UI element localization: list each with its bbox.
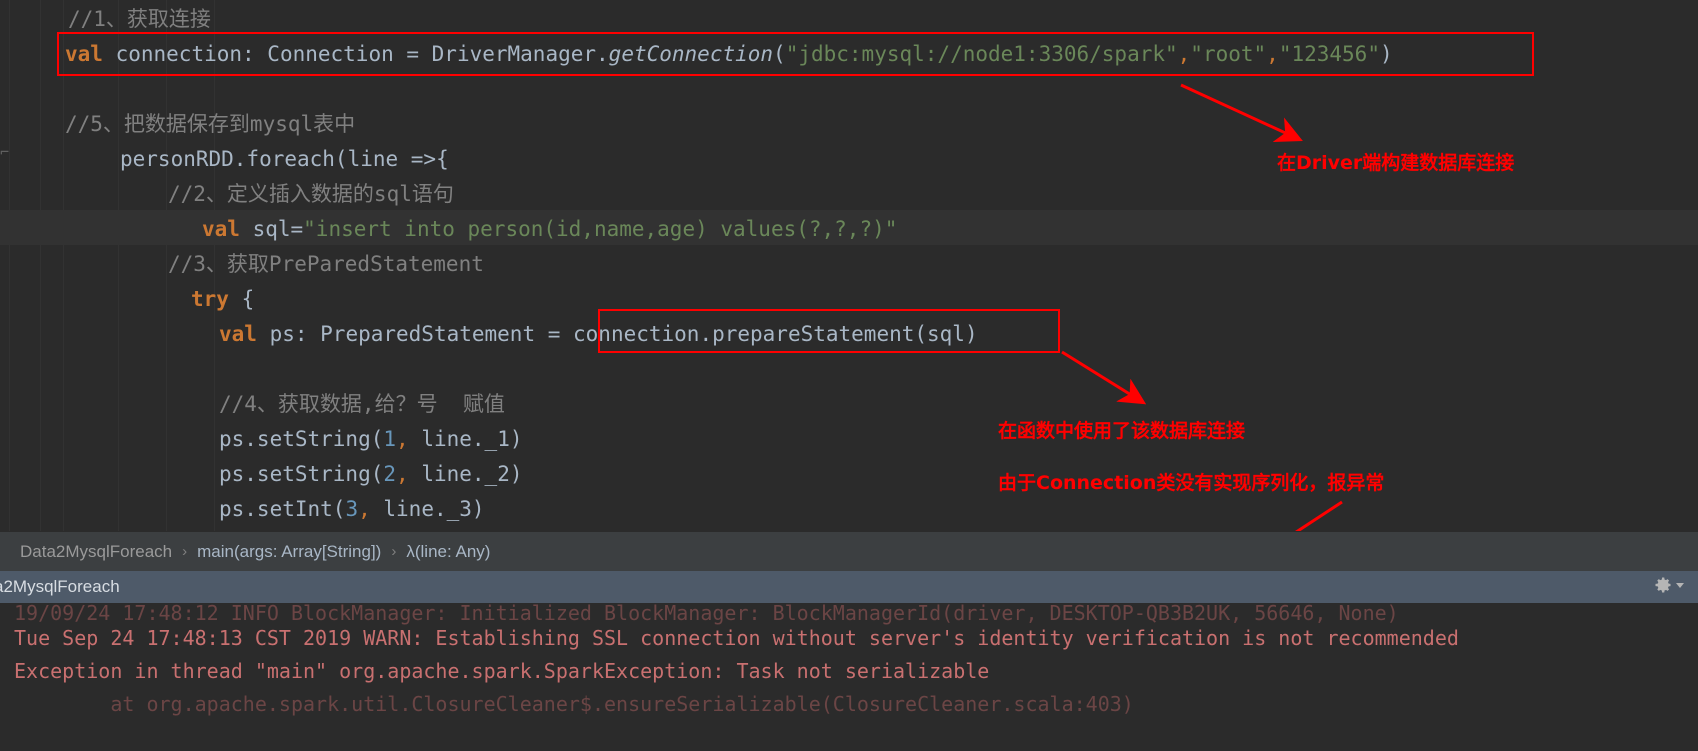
- code-line: try {: [191, 282, 254, 317]
- code-token: getConnection: [608, 42, 774, 66]
- console-line: Exception in thread "main" org.apache.sp…: [14, 659, 990, 683]
- code-line: personRDD.foreach(line =>{: [120, 142, 449, 177]
- code-token: {: [228, 287, 255, 311]
- code-token: //3、获取PreParedStatement: [168, 252, 484, 276]
- breadcrumb-item[interactable]: λ(line: Any): [406, 542, 490, 562]
- code-token: ,: [1266, 42, 1279, 66]
- gutter-divider: [63, 0, 64, 531]
- code-editor[interactable]: ⌐ //1、获取连接 val connection: Connection = D…: [0, 0, 1698, 531]
- chevron-down-icon[interactable]: [1676, 582, 1684, 588]
- code-token: try: [191, 287, 229, 311]
- code-token: ,: [1177, 42, 1191, 66]
- indent-guide: [118, 0, 119, 531]
- code-fold-marker[interactable]: ⌐: [0, 140, 14, 164]
- code-token: ps: PreparedStatement = connection.prepa…: [256, 322, 978, 346]
- code-token: "jdbc:mysql://node1:3306/spark": [785, 42, 1178, 66]
- code-token: ps.setInt(: [219, 497, 346, 521]
- code-token: line._2): [408, 462, 523, 486]
- annotation-used-in-function: 在函数中使用了该数据库连接: [998, 420, 1246, 442]
- breadcrumb-item[interactable]: Data2MysqlForeach: [20, 542, 172, 562]
- console-tab-label[interactable]: a2MysqlForeach: [0, 577, 120, 597]
- code-line: //4、获取数据,给？号 赋值: [219, 387, 505, 422]
- code-token: "123456": [1278, 42, 1380, 66]
- code-token: val: [219, 322, 257, 346]
- console-output[interactable]: 19/09/24 17:48:12 INFO BlockManager: Ini…: [0, 603, 1698, 751]
- breadcrumb[interactable]: Data2MysqlForeach › main(args: Array[Strin…: [0, 531, 1698, 571]
- code-line: ps.setString(1, line._1): [219, 422, 522, 457]
- code-token: //5、把数据保存到mysql表中: [65, 112, 356, 136]
- code-token: ,: [396, 462, 409, 486]
- code-token: line._1): [408, 427, 523, 451]
- code-token: "insert into person(id,name,age) values(…: [303, 217, 898, 241]
- code-token: personRDD.foreach(line =>{: [120, 147, 449, 171]
- code-line: ps.setString(2, line._2): [219, 457, 522, 492]
- gutter-divider: [9, 0, 10, 531]
- code-line: ps.setInt(3, line._3): [219, 492, 485, 527]
- gear-icon[interactable]: [1653, 575, 1684, 595]
- console-tab-bar[interactable]: a2MysqlForeach: [0, 571, 1698, 603]
- code-line: val sql="insert into person(id,name,age)…: [202, 212, 897, 247]
- code-token: val: [202, 217, 240, 241]
- code-token: 2: [383, 462, 397, 486]
- code-line: val ps: PreparedStatement = connection.p…: [219, 317, 978, 352]
- code-token: ps.setString(: [219, 427, 384, 451]
- code-token: val: [65, 42, 103, 66]
- indent-guide: [166, 0, 167, 531]
- code-line: //2、定义插入数据的sql语句: [168, 177, 454, 212]
- annotation-not-serializable: 由于Connection类没有实现序列化，报异常: [998, 472, 1385, 494]
- code-token: //1、获取连接: [68, 7, 211, 31]
- console-line: at org.apache.spark.util.ClosureCleaner$…: [14, 692, 1134, 716]
- code-line: //5、把数据保存到mysql表中: [65, 107, 355, 142]
- code-token: line._3): [370, 497, 485, 521]
- code-token: sql=: [239, 217, 304, 241]
- code-token: //2、定义插入数据的sql语句: [168, 182, 454, 206]
- code-token: //4、获取数据,给？号 赋值: [219, 392, 505, 416]
- breadcrumb-separator: ›: [182, 543, 188, 560]
- code-token: 3: [345, 497, 359, 521]
- gutter-divider: [40, 0, 41, 531]
- code-token: ,: [396, 427, 409, 451]
- code-token: ): [1379, 42, 1393, 66]
- breadcrumb-item[interactable]: main(args: Array[String]): [197, 542, 381, 562]
- breadcrumb-separator: ›: [391, 543, 397, 560]
- code-line: val connection: Connection = DriverManag…: [65, 37, 1393, 72]
- annotation-driver-connection: 在Driver端构建数据库连接: [1277, 152, 1515, 174]
- code-token: ,: [358, 497, 371, 521]
- code-token: connection: Connection = DriverManager.: [102, 42, 609, 66]
- code-line: //1、获取连接: [68, 2, 211, 37]
- code-token: (: [773, 42, 786, 66]
- code-token: ps.setString(: [219, 462, 384, 486]
- console-line: Tue Sep 24 17:48:13 CST 2019 WARN: Estab…: [14, 626, 1459, 650]
- code-line: //3、获取PreParedStatement: [168, 247, 484, 282]
- code-token: 1: [383, 427, 397, 451]
- code-token: "root": [1190, 42, 1267, 66]
